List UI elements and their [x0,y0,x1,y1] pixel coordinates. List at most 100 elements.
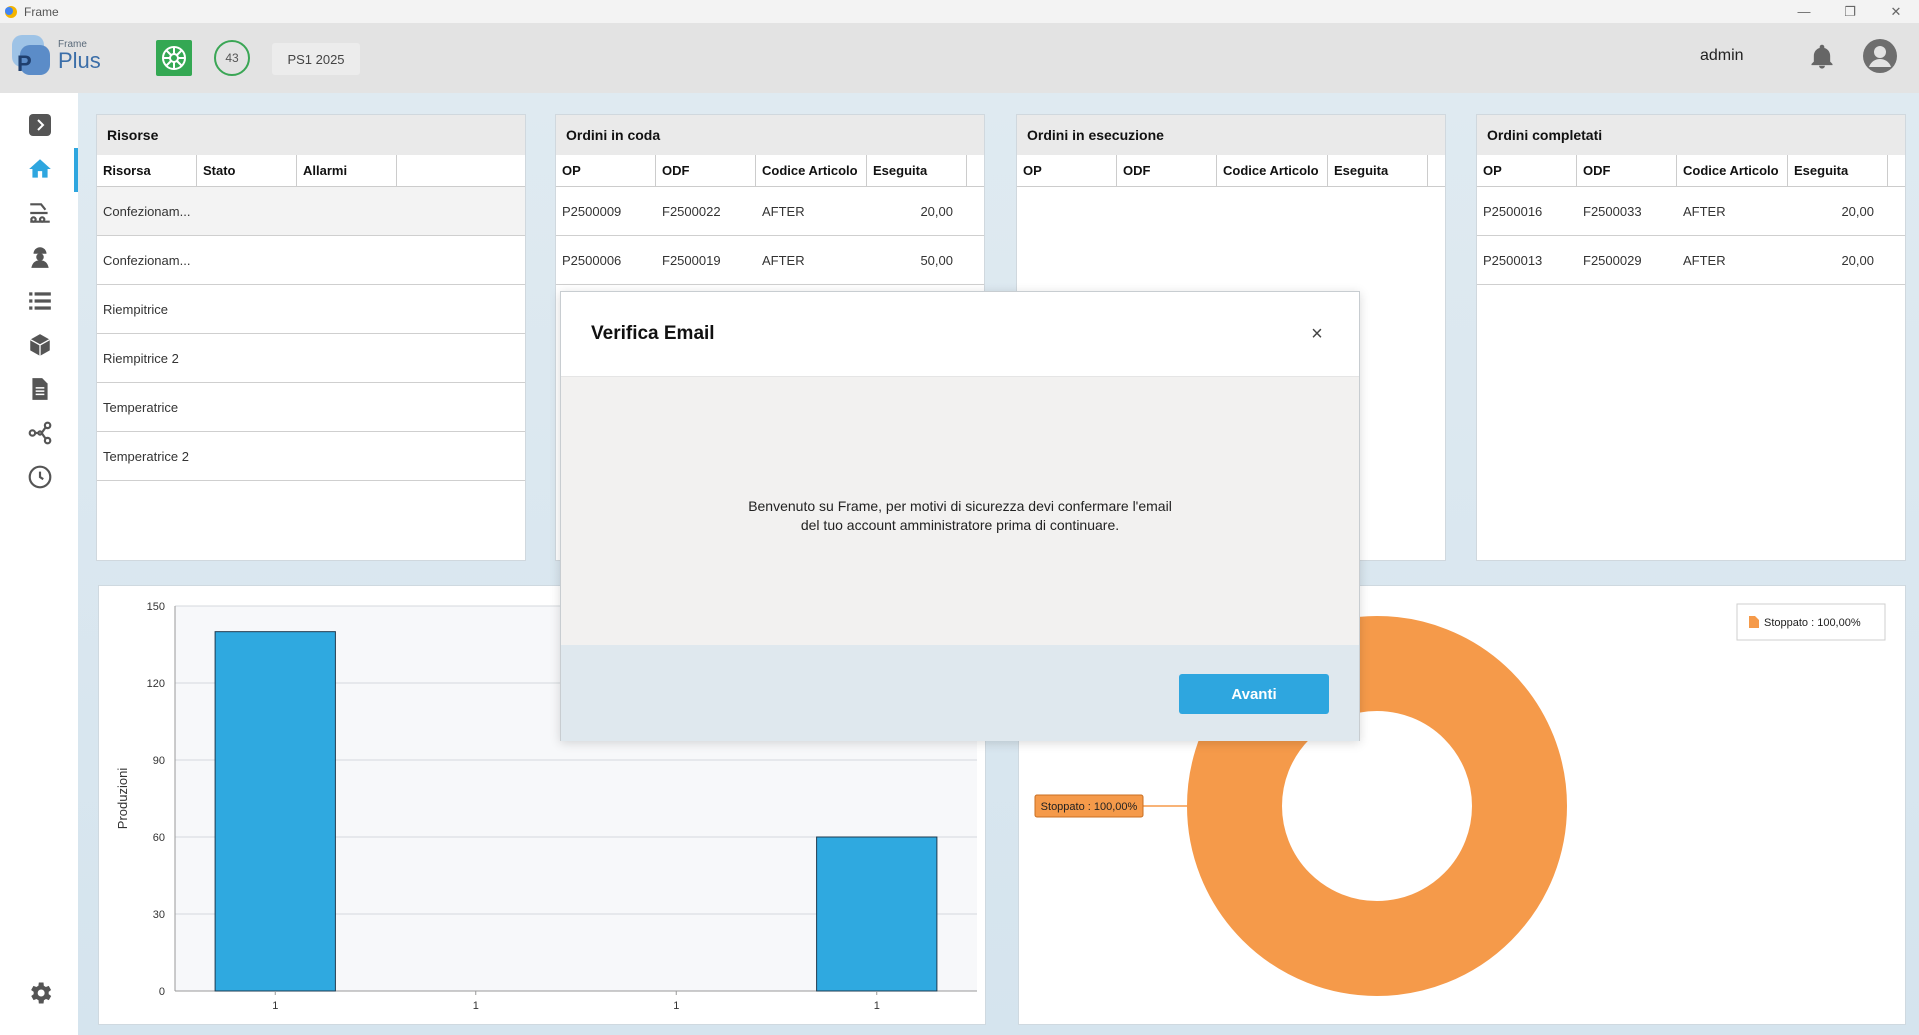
share-nodes-icon [28,421,52,445]
grid-header: OP ODF Codice Articolo Eseguita [1017,155,1445,187]
dialog-title: Verifica Email [591,323,715,344]
sidebar-item-home[interactable] [20,149,60,189]
sidebar-item-products[interactable] [20,325,60,365]
column-header[interactable]: Eseguita [1328,155,1428,186]
close-window-button[interactable]: ✕ [1873,0,1919,23]
column-header[interactable]: Risorsa [97,155,197,186]
table-row[interactable]: Riempitrice 2 [97,334,525,383]
cell-eseguita: 20,00 [1841,252,1874,268]
table-row[interactable]: Temperatrice [97,383,525,432]
table-row[interactable]: Confezionam... [97,236,525,285]
grid-header: OP ODF Codice Articolo Eseguita [1477,155,1905,187]
legend-label: Stoppato : 100,00% [1764,617,1861,629]
cell-codice: AFTER [762,203,805,219]
clock-icon [28,465,52,489]
dialog-message-line2: del tuo account amministratore prima di … [800,517,1120,533]
grid-header: Risorsa Stato Allarmi [97,155,525,187]
y-tick-label: 0 [159,986,165,998]
document-icon [32,378,48,400]
sidebar-item-conveyor[interactable] [20,193,60,233]
logo-big-text: Plus [58,48,101,73]
panel-title: Risorse [97,115,525,155]
column-header[interactable]: Stato [197,155,297,186]
sidebar [0,93,78,1035]
box-icon [29,334,51,356]
avatar-icon[interactable] [1862,38,1898,74]
sidebar-item-settings[interactable] [20,973,60,1013]
table-row[interactable]: Riempitrice [97,285,525,334]
app-header: P Frame Plus 43 PS1 2025 admin [0,23,1919,93]
window-title: Frame [24,4,59,19]
column-header[interactable]: OP [556,155,656,186]
cell-eseguita: 20,00 [920,203,953,219]
cell-op: P2500006 [562,252,622,268]
sidebar-item-operators[interactable] [20,237,60,277]
logo-letter: P [17,51,32,76]
frame-plus-logo: P Frame Plus [8,31,101,81]
list-icon [29,292,51,310]
table-row[interactable]: P2500006 F2500019 AFTER 50,00 [556,236,984,285]
table-row[interactable]: P2500009 F2500022 AFTER 20,00 [556,187,984,236]
cell-codice: AFTER [1683,203,1726,219]
column-header[interactable]: Codice Articolo [1677,155,1788,186]
column-header[interactable]: Eseguita [867,155,967,186]
bar[interactable] [214,631,336,992]
cell-eseguita: 50,00 [920,252,953,268]
sidebar-item-documents[interactable] [20,369,60,409]
column-header[interactable]: Eseguita [1788,155,1888,186]
column-header[interactable]: OP [1017,155,1117,186]
wheel-button[interactable] [156,40,192,76]
window-titlebar: Frame — ❐ ✕ [0,0,1919,23]
cell-eseguita: 20,00 [1841,203,1874,219]
table-row[interactable]: P2500016 F2500033 AFTER 20,00 [1477,187,1905,236]
dialog-header: Verifica Email × [561,292,1359,377]
column-header[interactable]: Codice Articolo [1217,155,1328,186]
x-tick-label: 1 [272,1000,278,1012]
slice-label: Stoppato : 100,00% [1041,801,1138,813]
column-header[interactable]: Codice Articolo [756,155,867,186]
sidebar-item-history[interactable] [20,457,60,497]
user-name[interactable]: admin [1700,47,1744,65]
x-tick-label: 1 [473,1000,479,1012]
column-header[interactable]: ODF [656,155,756,186]
minimize-button[interactable]: — [1781,0,1827,23]
cell-codice: AFTER [762,252,805,268]
period-chip[interactable]: PS1 2025 [272,43,360,75]
sidebar-item-list[interactable] [20,281,60,321]
restore-button[interactable]: ❐ [1827,0,1873,23]
cell-risorsa: Confezionam... [103,252,191,268]
column-header[interactable]: OP [1477,155,1577,186]
panel-title: Ordini in esecuzione [1017,115,1445,155]
cell-op: P2500013 [1483,252,1543,268]
x-tick-label: 1 [874,1000,880,1012]
cell-risorsa: Riempitrice [103,301,169,317]
gear-icon [31,982,52,1004]
y-tick-label: 150 [147,601,165,613]
column-header[interactable]: ODF [1577,155,1677,186]
column-header[interactable]: ODF [1117,155,1217,186]
table-row[interactable]: Temperatrice 2 [97,432,525,481]
table-row[interactable]: P2500013 F2500029 AFTER 20,00 [1477,236,1905,285]
sidebar-expand-button[interactable] [20,105,60,145]
panel-title: Ordini in coda [556,115,984,155]
cell-codice: AFTER [1683,252,1726,268]
cell-risorsa: Temperatrice [103,399,179,415]
column-header[interactable]: Allarmi [297,155,397,186]
table-row[interactable]: Confezionam... [97,187,525,236]
dialog-message-line1: Benvenuto su Frame, per motivi di sicure… [748,498,1172,514]
conveyor-icon [30,203,50,223]
worker-icon [31,247,49,268]
bell-icon[interactable] [1808,43,1836,71]
avanti-button[interactable]: Avanti [1179,674,1329,714]
count-badge[interactable]: 43 [214,40,250,76]
close-icon[interactable]: × [1305,322,1329,346]
panel-ordini-completati: Ordini completati OP ODF Codice Articolo… [1476,114,1906,561]
cell-odf: F2500029 [1583,252,1642,268]
dialog-body: Benvenuto su Frame, per motivi di sicure… [561,377,1359,645]
app-icon [5,5,17,18]
cell-risorsa: Confezionam... [103,203,191,219]
verify-email-dialog: Verifica Email × Benvenuto su Frame, per… [560,291,1360,741]
sidebar-item-flow[interactable] [20,413,60,453]
bar[interactable] [816,836,938,992]
y-tick-label: 30 [153,909,165,921]
